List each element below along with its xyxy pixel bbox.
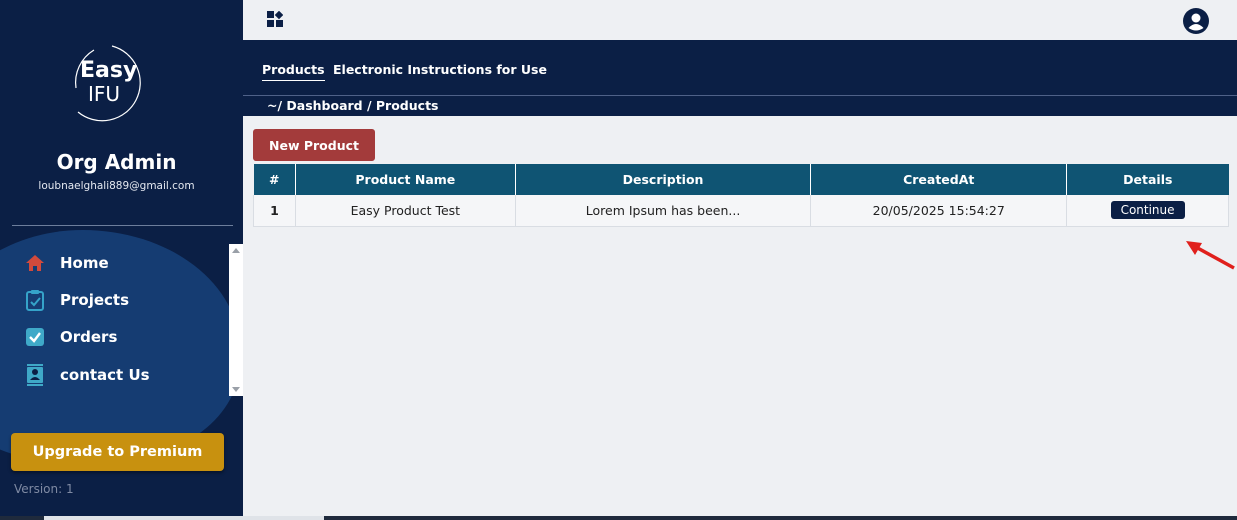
version-label: Version: 1 (14, 482, 74, 496)
scroll-up-icon[interactable] (232, 248, 240, 253)
sidebar-item-projects[interactable]: Projects (24, 287, 129, 313)
breadcrumb: ~/ Dashboard / Products (267, 98, 439, 113)
home-icon (24, 252, 46, 274)
taskbar-strip (0, 516, 1237, 520)
logo: Easy IFU (64, 42, 160, 126)
sidebar-divider (12, 225, 233, 226)
upgrade-premium-button[interactable]: Upgrade to Premium (11, 433, 224, 471)
cell-details: Continue (1066, 195, 1229, 227)
org-email: loubnaelghali889@gmail.com (38, 180, 195, 192)
org-name: Org Admin (56, 150, 177, 174)
column-header-index: # (253, 164, 296, 195)
column-header-product-name: Product Name (295, 164, 516, 195)
sidebar-item-label: Home (60, 254, 109, 272)
sidebar-scrollbar[interactable] (229, 244, 243, 396)
app-window: Easy IFU Org Admin loubnaelghali889@gmai… (0, 0, 1237, 520)
top-bar (243, 0, 1237, 40)
contact-card-icon (24, 364, 46, 386)
table-header-row: # Product Name Description CreatedAt Det… (253, 164, 1229, 195)
products-table: # Product Name Description CreatedAt Det… (253, 164, 1229, 227)
breadcrumb-bar: ~/ Dashboard / Products (243, 96, 1237, 116)
column-header-created-at: CreatedAt (810, 164, 1068, 195)
tabs-bar: Products Electronic Instructions for Use (243, 40, 1237, 96)
continue-button[interactable]: Continue (1110, 201, 1185, 220)
sidebar-item-label: Projects (60, 291, 130, 309)
tab-products[interactable]: Products (262, 62, 325, 81)
sidebar-item-label: contact Us (60, 366, 150, 384)
checkbox-icon (24, 326, 46, 348)
apps-grid-icon[interactable] (267, 10, 284, 27)
user-account-icon[interactable] (1183, 8, 1209, 34)
cell-index: 1 (253, 195, 296, 227)
scroll-down-icon[interactable] (232, 387, 240, 392)
clipboard-check-icon (24, 289, 46, 311)
sidebar-item-orders[interactable]: Orders (24, 324, 117, 350)
cell-product-name: Easy Product Test (295, 195, 516, 227)
sidebar-item-label: Orders (60, 328, 118, 346)
logo-easy-text: Easy (80, 58, 138, 83)
sidebar-nav: Home Projects Orders contact Us (0, 244, 229, 396)
tab-electronic-ifu[interactable]: Electronic Instructions for Use (333, 62, 547, 77)
sidebar-item-home[interactable]: Home (24, 250, 109, 276)
cell-description: Lorem Ipsum has been... (515, 195, 812, 227)
new-product-button[interactable]: New Product (253, 129, 375, 161)
column-header-details: Details (1066, 164, 1229, 195)
sidebar-item-contact[interactable]: contact Us (24, 362, 150, 388)
annotation-arrow-icon (1186, 241, 1235, 270)
sidebar: Easy IFU Org Admin loubnaelghali889@gmai… (0, 0, 243, 520)
logo-ifu-text: IFU (88, 82, 121, 106)
cell-created-at: 20/05/2025 15:54:27 (810, 195, 1068, 227)
taskbar-segment (44, 516, 324, 520)
table-row: 1 Easy Product Test Lorem Ipsum has been… (253, 195, 1229, 227)
main-content: New Product # Product Name Description C… (243, 116, 1237, 516)
column-header-description: Description (515, 164, 812, 195)
